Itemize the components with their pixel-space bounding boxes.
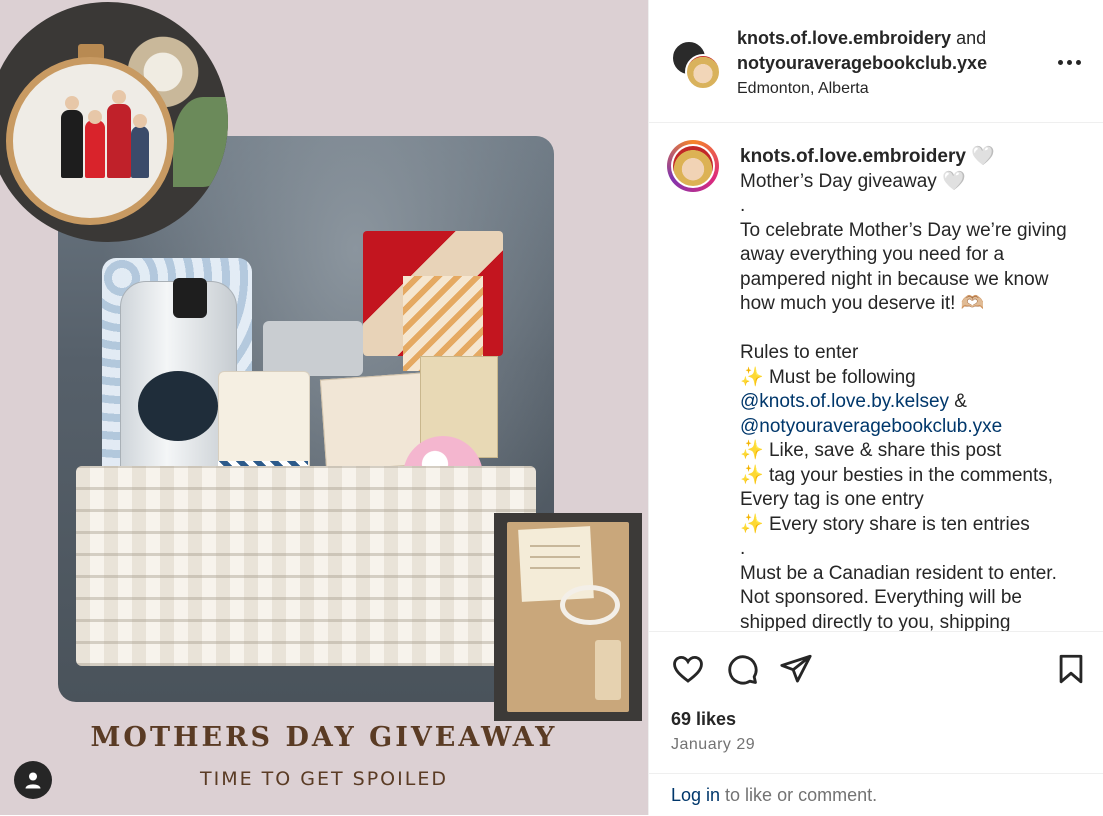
like-button[interactable] bbox=[671, 652, 705, 686]
caption-paragraph: To celebrate Mother’s Day we’re giving a… bbox=[740, 219, 1072, 315]
caption-dot: . bbox=[740, 195, 746, 216]
more-options-button[interactable] bbox=[1051, 50, 1087, 74]
login-prompt: Log in to like or comment. bbox=[649, 773, 1103, 816]
sparkle-emoji: ✨ bbox=[740, 440, 764, 461]
comment-button[interactable] bbox=[725, 652, 759, 686]
rule-item: tag your besties in the comments, Every … bbox=[740, 464, 1059, 511]
caption-text: knots.of.love.embroidery 🤍 Mother’s Day … bbox=[740, 145, 1080, 631]
post-date[interactable]: January 29 bbox=[671, 736, 755, 754]
likes-count[interactable]: 69 likes bbox=[671, 709, 736, 730]
collaborator-username[interactable]: notyouraveragebookclub.yxe bbox=[737, 53, 987, 73]
login-link[interactable]: Log in bbox=[671, 785, 720, 805]
author-username[interactable]: knots.of.love.embroidery bbox=[737, 28, 951, 48]
caption-dot: . bbox=[740, 538, 746, 559]
white-heart-emoji: 🤍 bbox=[942, 170, 966, 192]
mention-link[interactable]: @notyouraveragebookclub.yxe bbox=[740, 416, 1002, 437]
tagged-users-button[interactable] bbox=[14, 761, 52, 799]
caption-amp: & bbox=[949, 391, 967, 412]
rule-item: Every story share is ten entries bbox=[763, 513, 1030, 535]
giveaway-title: MOTHERS DAY GIVEAWAY bbox=[90, 722, 558, 753]
collab-avatars[interactable] bbox=[671, 40, 721, 90]
caption-line: Mother’s Day giveaway bbox=[740, 170, 943, 192]
sparkle-emoji: ✨ bbox=[740, 513, 764, 535]
share-icon bbox=[780, 654, 812, 683]
rules-heading: Rules to enter bbox=[740, 342, 859, 363]
giveaway-subtitle: TIME TO GET SPOILED bbox=[200, 768, 448, 790]
action-bar: 69 likes January 29 bbox=[649, 631, 1103, 775]
post-window: MOTHERS DAY GIVEAWAY TIME TO GET SPOILED… bbox=[0, 0, 1103, 815]
avatar bbox=[685, 54, 721, 90]
save-button[interactable] bbox=[1054, 652, 1088, 686]
sparkle-emoji: ✨ bbox=[740, 464, 764, 486]
post-header: knots.of.love.embroidery and notyouraver… bbox=[649, 0, 1103, 123]
post-image[interactable]: MOTHERS DAY GIVEAWAY TIME TO GET SPOILED bbox=[0, 0, 648, 815]
header-conjunction: and bbox=[956, 28, 987, 48]
caption-paragraph: Must be a Canadian resident to enter. No… bbox=[740, 562, 1063, 632]
share-button[interactable] bbox=[779, 652, 813, 686]
mention-link[interactable]: @knots.of.love.by.kelsey bbox=[740, 391, 949, 412]
white-heart-emoji: 🤍 bbox=[971, 146, 995, 167]
rule-item: Like, save & share this post bbox=[763, 440, 1002, 461]
caption-section: knots.of.love.embroidery 🤍 Mother’s Day … bbox=[649, 123, 1103, 631]
location-link[interactable]: Edmonton, Alberta bbox=[737, 80, 1057, 98]
post-sidebar: knots.of.love.embroidery and notyouraver… bbox=[648, 0, 1103, 815]
caption-username[interactable]: knots.of.love.embroidery bbox=[740, 146, 966, 167]
rule-item: Must be following bbox=[763, 366, 916, 388]
sparkle-emoji: ✨ bbox=[740, 366, 764, 388]
comment-icon bbox=[728, 655, 758, 685]
caption-avatar[interactable] bbox=[667, 140, 719, 192]
heart-icon bbox=[673, 655, 703, 683]
person-icon bbox=[25, 772, 41, 789]
login-suffix: to like or comment. bbox=[720, 785, 878, 805]
bookmark-icon bbox=[1059, 654, 1083, 684]
